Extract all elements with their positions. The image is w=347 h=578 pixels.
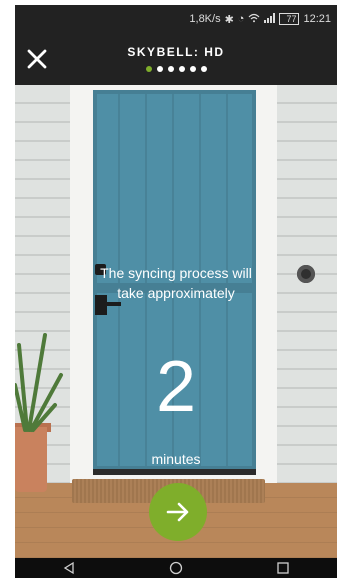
- bluetooth-icon: ✱: [224, 13, 234, 26]
- step-dot: [156, 66, 163, 72]
- home-icon: [169, 561, 183, 575]
- next-button[interactable]: [149, 483, 207, 541]
- back-icon: [63, 561, 74, 575]
- step-dot: [145, 66, 152, 72]
- battery-level: 77: [286, 14, 297, 24]
- status-bar: 1,8K/s ✱ ◔ 77 12:21: [15, 5, 337, 33]
- back-button[interactable]: [62, 561, 76, 575]
- recents-button[interactable]: [276, 561, 290, 575]
- android-nav-bar: [15, 558, 337, 578]
- doorbell-device: [297, 265, 315, 283]
- plant-pot: [15, 427, 47, 492]
- wifi-icon: [248, 13, 260, 26]
- plant-leaves: [15, 333, 63, 432]
- logo-name: SKYBELL: [127, 45, 194, 59]
- sync-duration-value: 2: [155, 347, 197, 427]
- home-button[interactable]: [169, 561, 183, 575]
- battery-icon: 77: [279, 13, 300, 25]
- brand-logo: SKYBELL: HD: [127, 45, 225, 59]
- alarm-icon: ◔: [237, 13, 245, 25]
- clock: 12:21: [303, 13, 331, 25]
- step-indicator: [15, 66, 337, 72]
- logo-suffix: HD: [204, 45, 225, 59]
- step-dot: [189, 66, 196, 72]
- arrow-right-icon: [166, 502, 189, 522]
- network-speed: 1,8K/s: [189, 13, 221, 25]
- sync-message: The syncing process will take approximat…: [100, 265, 252, 301]
- step-dot: [167, 66, 174, 72]
- app-header: SKYBELL: HD: [15, 33, 337, 85]
- step-dot: [200, 66, 207, 72]
- step-dot: [178, 66, 185, 72]
- door-threshold: [93, 469, 256, 475]
- signal-icon: [264, 12, 276, 26]
- recents-icon: [277, 562, 289, 574]
- sync-duration-unit: minutes: [151, 451, 201, 467]
- phone-screen: 1,8K/s ✱ ◔ 77 12:21 SKYBELL: HD The sync…: [15, 5, 337, 578]
